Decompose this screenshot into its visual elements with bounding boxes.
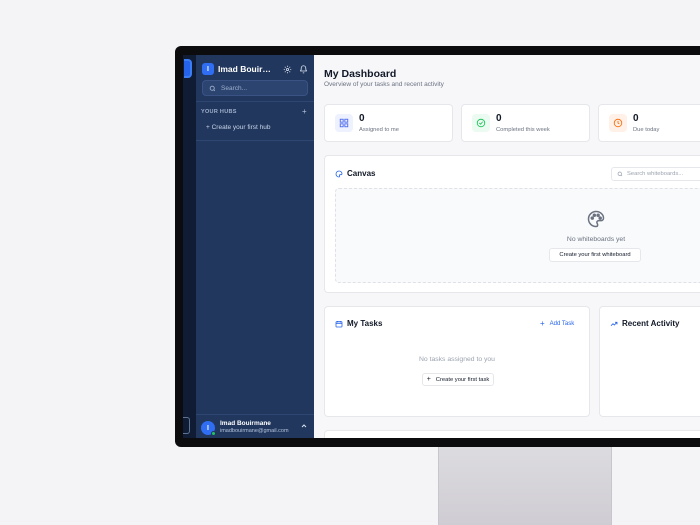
divider	[196, 101, 314, 102]
calendar-icon	[335, 320, 343, 327]
chevron-up-icon[interactable]	[300, 422, 308, 430]
tasks-card: My Tasks + Add Task No tasks assigned to…	[324, 306, 590, 417]
stat-label: Completed this week	[496, 127, 550, 133]
plus-icon: +	[540, 319, 545, 328]
recent-activity-card: Recent Activity	[599, 306, 700, 417]
stat-value: 0	[496, 113, 502, 124]
divider	[196, 140, 314, 141]
workspace-avatar: I	[202, 63, 214, 75]
grid-icon	[335, 114, 353, 132]
stat-label: Assigned to me	[359, 127, 399, 133]
canvas-title-text: Canvas	[347, 169, 376, 178]
recent-activity-title: Recent Activity	[610, 319, 680, 328]
user-email: imadbouirmane@gmail.com	[220, 428, 289, 434]
add-hub-button[interactable]: +	[302, 107, 307, 116]
empty-state-text: No tasks assigned to you	[419, 356, 495, 363]
stat-card-completed[interactable]: 0 Completed this week	[461, 104, 590, 142]
palette-icon	[587, 210, 605, 228]
monitor-stand	[438, 447, 612, 525]
create-whiteboard-button[interactable]: Create your first whiteboard	[549, 248, 641, 262]
sidebar-search-placeholder: Search...	[221, 84, 248, 92]
stat-card-due-today[interactable]: 0 Due today	[598, 104, 700, 142]
search-icon	[209, 85, 216, 91]
next-card-peek	[324, 430, 700, 438]
palette-icon	[335, 170, 343, 177]
check-circle-icon	[472, 114, 490, 132]
app-window: I Imad Bouirmane's Workspace Search... Y…	[183, 55, 700, 438]
whiteboard-search-input[interactable]: Search whiteboards...	[611, 167, 700, 181]
add-task-label: Add Task	[549, 320, 575, 327]
canvas-card: Canvas Search whiteboards... No whiteboa…	[324, 155, 700, 293]
search-icon	[617, 171, 623, 177]
stat-value: 0	[359, 113, 365, 124]
gear-icon[interactable]	[282, 64, 292, 74]
main-content: My Dashboard Overview of your tasks and …	[314, 55, 700, 438]
app-rail	[183, 55, 196, 438]
sidebar-search-input[interactable]: Search...	[202, 80, 308, 96]
workspace-name[interactable]: Imad Bouirmane's Workspace	[218, 64, 276, 74]
plus-icon: +	[426, 376, 431, 383]
stat-card-assigned[interactable]: 0 Assigned to me	[324, 104, 453, 142]
recent-activity-title-text: Recent Activity	[622, 319, 680, 328]
tasks-card-title: My Tasks	[335, 319, 382, 328]
create-task-label: Create your first task	[435, 376, 490, 383]
hubs-section-label: YOUR HUBS	[201, 109, 237, 115]
rail-collapse-handle[interactable]	[183, 417, 190, 434]
clock-icon	[609, 114, 627, 132]
whiteboard-search-placeholder: Search whiteboards...	[627, 171, 684, 177]
stat-value: 0	[633, 113, 639, 124]
create-task-button[interactable]: + Create your first task	[422, 373, 494, 386]
canvas-card-title: Canvas	[335, 169, 375, 178]
user-name: Imad Bouirmane	[220, 420, 271, 427]
page-subtitle: Overview of your tasks and recent activi…	[324, 81, 444, 88]
workspace-header[interactable]: I Imad Bouirmane's Workspace	[202, 62, 308, 76]
rail-active-tab[interactable]	[184, 59, 192, 78]
page-title: My Dashboard	[324, 68, 397, 80]
trending-up-icon	[610, 321, 618, 326]
sidebar: I Imad Bouirmane's Workspace Search... Y…	[196, 55, 314, 438]
stat-label: Due today	[633, 127, 660, 133]
tasks-title-text: My Tasks	[347, 319, 383, 328]
user-profile[interactable]: I Imad Bouirmane imadbouirmane@gmail.com	[196, 414, 314, 438]
bell-icon[interactable]	[298, 64, 308, 74]
create-hub-link[interactable]: + Create your first hub	[206, 124, 271, 131]
canvas-empty-state: No whiteboards yet Create your first whi…	[335, 188, 700, 283]
empty-state-text: No whiteboards yet	[566, 236, 626, 243]
online-status-dot	[211, 431, 216, 436]
add-task-button[interactable]: + Add Task	[540, 319, 574, 328]
